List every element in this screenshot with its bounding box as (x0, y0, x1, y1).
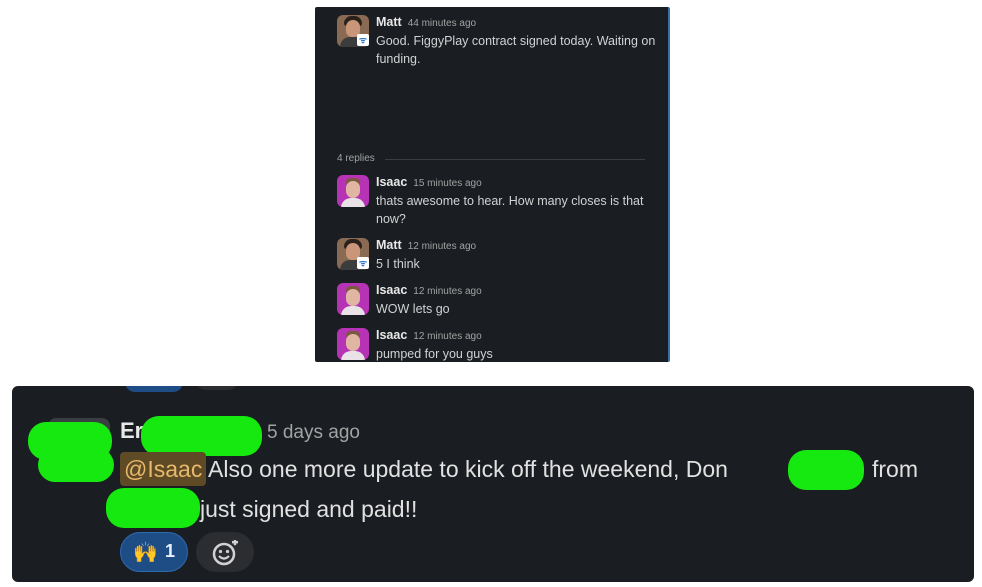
redaction-mark (106, 488, 200, 528)
message-text: 5 I think (376, 257, 420, 271)
add-emoji-icon (212, 540, 238, 566)
reaction-count: 1 (165, 541, 176, 561)
message-author[interactable]: Matt 12 minutes ago (376, 238, 476, 252)
message-text-line1-tail: from (872, 456, 918, 482)
thread-panel: ᯤ Matt 44 minutes ago Good. FiggyPlay con… (315, 7, 670, 362)
message-text-line2: just signed and paid!! (200, 496, 418, 522)
message-text: Good. FiggyPlay contract signed today. W… (376, 34, 656, 66)
user-mention[interactable]: @Isaac (120, 452, 207, 486)
previous-reaction-pill[interactable] (125, 386, 183, 392)
message-text: pumped for you guys (376, 347, 493, 361)
channel-message-panel: Er 5 days ago @Isaac Also one more updat… (12, 386, 974, 582)
message-author[interactable]: Isaac 12 minutes ago (376, 283, 482, 297)
redaction-mark (788, 450, 864, 490)
previous-add-reaction[interactable] (196, 386, 238, 390)
message-text: WOW lets go (376, 302, 450, 316)
message-time[interactable]: 15 minutes ago (413, 178, 481, 189)
isaac-avatar[interactable] (337, 283, 369, 315)
message-time[interactable]: 5 days ago (267, 422, 360, 444)
replies-divider (385, 159, 645, 160)
replies-count: 4 replies (337, 153, 375, 164)
message-time[interactable]: 44 minutes ago (408, 18, 476, 29)
message-text-line1: Also one more update to kick off the wee… (208, 456, 728, 482)
message-author[interactable]: Er (120, 418, 143, 444)
message-time[interactable]: 12 minutes ago (408, 241, 476, 252)
isaac-avatar[interactable] (337, 328, 369, 360)
redaction-mark (141, 416, 262, 456)
reaction-pill[interactable]: 🙌 1 (120, 532, 188, 572)
isaac-avatar[interactable] (337, 175, 369, 207)
redaction-mark (38, 448, 114, 482)
app-badge-icon: ᯤ (357, 257, 369, 269)
message-time[interactable]: 12 minutes ago (413, 286, 481, 297)
add-reaction-button[interactable] (196, 532, 254, 572)
message-author[interactable]: Isaac 12 minutes ago (376, 328, 482, 342)
message-text: thats awesome to hear. How many closes i… (376, 194, 644, 226)
message-author[interactable]: Matt 44 minutes ago (376, 15, 476, 29)
raised-hands-icon: 🙌 (133, 542, 158, 564)
message-time[interactable]: 12 minutes ago (413, 331, 481, 342)
app-badge-icon: ᯤ (357, 34, 369, 46)
message-author[interactable]: Isaac 15 minutes ago (376, 175, 482, 189)
